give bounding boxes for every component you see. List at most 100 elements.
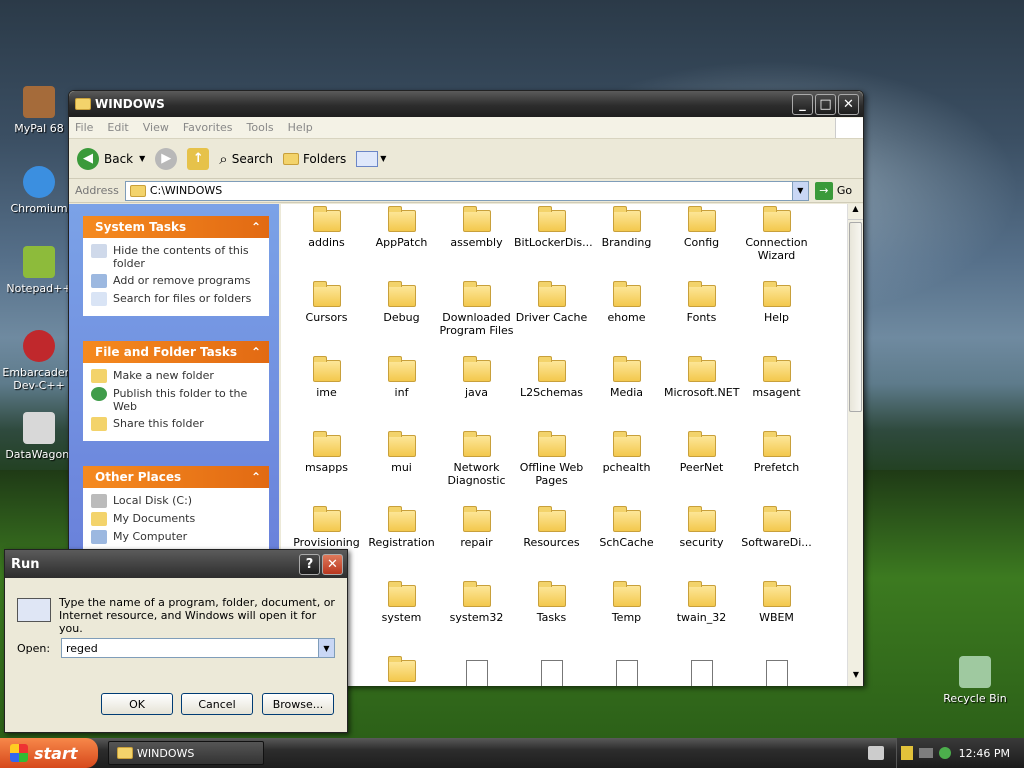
file-item[interactable]: [439, 660, 514, 686]
folder-item[interactable]: Prefetch: [739, 431, 814, 474]
folder-item[interactable]: Debug: [364, 281, 439, 324]
folder-item[interactable]: msapps: [289, 431, 364, 474]
minimize-button[interactable]: _: [792, 93, 813, 115]
vertical-scrollbar[interactable]: ▲ ▼: [847, 204, 863, 686]
network-icon[interactable]: [918, 748, 933, 758]
folder-item[interactable]: repair: [439, 506, 514, 549]
run-titlebar[interactable]: Run ? ✕: [5, 550, 347, 578]
search-button[interactable]: ⌕ Search: [219, 150, 273, 168]
desktop-icon-mypal[interactable]: MyPal 68: [0, 86, 78, 135]
desktop-icon-datawagon[interactable]: DataWagon.: [0, 412, 78, 461]
folder-item[interactable]: assembly: [439, 206, 514, 249]
folder-item[interactable]: Downloaded Program Files: [439, 281, 514, 337]
close-button[interactable]: ✕: [838, 93, 859, 115]
folder-item[interactable]: Temp: [589, 581, 664, 624]
address-dropdown-button[interactable]: ▼: [791, 181, 808, 200]
desktop-icon-chromium[interactable]: Chromium: [0, 166, 78, 215]
folder-item[interactable]: [364, 656, 439, 686]
place-my-documents[interactable]: My Documents: [91, 512, 261, 526]
go-button[interactable]: → Go: [814, 181, 852, 200]
folder-item[interactable]: system: [364, 581, 439, 624]
taskbar-item-windows[interactable]: WINDOWS: [108, 741, 264, 765]
folder-item[interactable]: msagent: [739, 356, 814, 399]
task-add-remove[interactable]: Add or remove programs: [91, 274, 261, 288]
folder-item[interactable]: SchCache: [589, 506, 664, 549]
menu-view[interactable]: View: [143, 121, 169, 134]
maximize-button[interactable]: □: [815, 93, 836, 115]
folder-item[interactable]: Config: [664, 206, 739, 249]
scroll-thumb[interactable]: [849, 222, 862, 412]
desktop-icon-devcpp[interactable]: Embarcadero Dev-C++: [0, 330, 78, 392]
folder-item[interactable]: Connection Wizard: [739, 206, 814, 262]
menu-help[interactable]: Help: [288, 121, 313, 134]
menu-tools[interactable]: Tools: [247, 121, 274, 134]
safely-remove-icon[interactable]: [938, 747, 951, 759]
collapse-icon[interactable]: ⌃: [251, 220, 261, 234]
scroll-down-button[interactable]: ▼: [848, 670, 864, 686]
folder-item[interactable]: Provisioning: [289, 506, 364, 549]
folder-item[interactable]: java: [439, 356, 514, 399]
folder-item[interactable]: PeerNet: [664, 431, 739, 474]
folder-item[interactable]: pchealth: [589, 431, 664, 474]
task-search-files[interactable]: Search for files or folders: [91, 292, 261, 306]
folder-item[interactable]: mui: [364, 431, 439, 474]
open-input[interactable]: reged ▼: [61, 638, 335, 658]
up-folder-button[interactable]: ↑: [187, 147, 210, 170]
folder-item[interactable]: addins: [289, 206, 364, 249]
clock[interactable]: 12:46 PM: [959, 747, 1010, 760]
folder-item[interactable]: Offline Web Pages: [514, 431, 589, 487]
views-button[interactable]: ▼: [356, 150, 386, 167]
folder-item[interactable]: Cursors: [289, 281, 364, 324]
folder-item[interactable]: Microsoft.NET: [664, 356, 739, 399]
desktop-icon-recycle-bin[interactable]: Recycle Bin: [936, 656, 1014, 705]
task-share-folder[interactable]: Share this folder: [91, 417, 261, 431]
forward-button[interactable]: ▶: [155, 147, 178, 170]
folder-item[interactable]: Network Diagnostic: [439, 431, 514, 487]
file-folder-tasks-header[interactable]: File and Folder Tasks ⌃: [83, 341, 269, 363]
start-button[interactable]: start: [0, 738, 98, 768]
folder-item[interactable]: system32: [439, 581, 514, 624]
folder-item[interactable]: ime: [289, 356, 364, 399]
file-item[interactable]: [739, 660, 814, 686]
chevron-down-icon[interactable]: ▼: [139, 154, 145, 163]
system-tasks-header[interactable]: System Tasks ⌃: [83, 216, 269, 238]
open-dropdown-button[interactable]: ▼: [318, 639, 334, 657]
other-places-header[interactable]: Other Places ⌃: [83, 466, 269, 488]
folder-item[interactable]: AppPatch: [364, 206, 439, 249]
menu-edit[interactable]: Edit: [107, 121, 128, 134]
back-button[interactable]: ◀ Back ▼: [77, 147, 145, 170]
collapse-icon[interactable]: ⌃: [251, 345, 261, 359]
folder-item[interactable]: L2Schemas: [514, 356, 589, 399]
folder-item[interactable]: BitLockerDis...: [514, 206, 593, 249]
task-new-folder[interactable]: Make a new folder: [91, 369, 261, 383]
collapse-icon[interactable]: ⌃: [251, 470, 261, 484]
browse-button[interactable]: Browse...: [262, 693, 334, 715]
folder-item[interactable]: Registration: [364, 506, 439, 549]
help-button[interactable]: ?: [299, 553, 320, 575]
folder-item[interactable]: WBEM: [739, 581, 814, 624]
task-hide-contents[interactable]: Hide the contents of this folder: [91, 244, 261, 270]
folder-item[interactable]: Fonts: [664, 281, 739, 324]
folder-item[interactable]: Resources: [514, 506, 589, 549]
ok-button[interactable]: OK: [101, 693, 173, 715]
place-my-computer[interactable]: My Computer: [91, 530, 261, 544]
cancel-button[interactable]: Cancel: [181, 693, 253, 715]
menu-file[interactable]: File: [75, 121, 93, 134]
address-input[interactable]: C:\WINDOWS ▼: [124, 180, 809, 201]
folder-item[interactable]: Tasks: [514, 581, 589, 624]
keyboard-icon[interactable]: [868, 746, 884, 760]
folder-item[interactable]: twain_32: [664, 581, 739, 624]
file-item[interactable]: [514, 660, 589, 686]
folders-button[interactable]: Folders: [282, 152, 346, 166]
file-item[interactable]: [664, 660, 739, 686]
folder-item[interactable]: Help: [739, 281, 814, 324]
desktop-icon-notepadpp[interactable]: Notepad++: [0, 246, 78, 295]
place-local-disk[interactable]: Local Disk (C:): [91, 494, 261, 508]
folder-item[interactable]: SoftwareDi...: [739, 506, 814, 549]
menu-favorites[interactable]: Favorites: [183, 121, 233, 134]
file-item[interactable]: [589, 660, 664, 686]
folder-item[interactable]: ehome: [589, 281, 664, 324]
close-button[interactable]: ✕: [322, 553, 343, 575]
scroll-up-button[interactable]: ▲: [848, 204, 863, 220]
folder-item[interactable]: Media: [589, 356, 664, 399]
